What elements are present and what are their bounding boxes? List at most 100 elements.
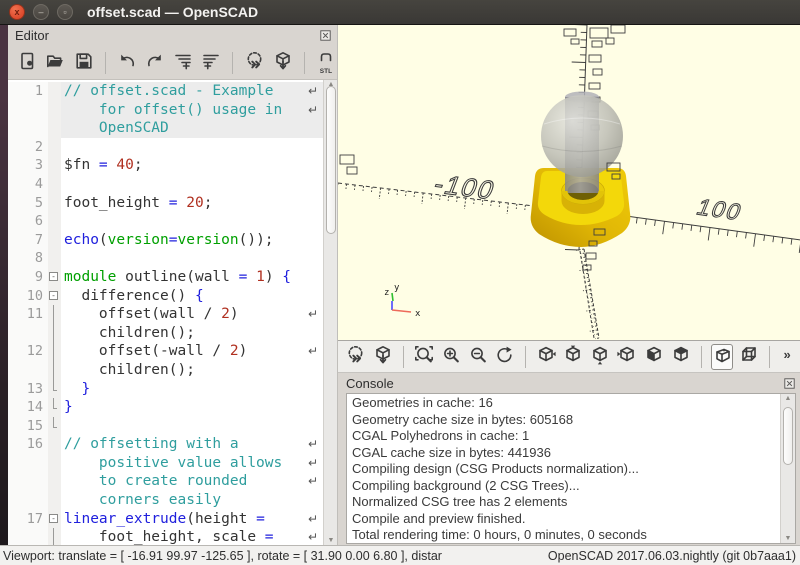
code-line-8[interactable]: 8	[8, 249, 323, 268]
axis-numeral-box	[589, 83, 600, 89]
zoom-all-button[interactable]	[413, 344, 435, 370]
code-line-12[interactable]: 12 offset(-wall / 2)↵	[8, 342, 323, 361]
preview-button[interactable]	[243, 49, 265, 76]
window-minimize-button[interactable]: –	[33, 4, 49, 20]
editor-close-icon[interactable]	[319, 29, 332, 42]
console-lines: Geometries in cache: 16Geometry cache si…	[347, 394, 780, 544]
window-title: offset.scad — OpenSCAD	[87, 4, 258, 20]
code-line-17-wrap[interactable]: foot_height, scale =↵	[8, 528, 323, 545]
new-file-button[interactable]	[16, 49, 38, 76]
code-text: }	[61, 380, 323, 399]
console-close-icon[interactable]	[783, 377, 796, 390]
window-maximize-button[interactable]: ▫	[57, 4, 73, 20]
line-number: 1	[8, 82, 48, 101]
view-orthogonal-button[interactable]	[738, 344, 760, 370]
svg-text:»: »	[784, 347, 791, 362]
fold-margin	[48, 231, 61, 250]
view-left-button[interactable]	[616, 344, 638, 370]
view-front-button[interactable]	[643, 344, 665, 370]
zoom-out-button[interactable]	[467, 344, 489, 370]
scroll-down-icon[interactable]: ▼	[781, 535, 795, 542]
axis-numeral-box	[586, 253, 596, 259]
code-line-2[interactable]: 2	[8, 138, 323, 157]
editor-scrollbar-thumb[interactable]	[326, 86, 336, 234]
indent-more-icon	[173, 51, 193, 74]
preview-icon	[245, 51, 265, 74]
code-line-3[interactable]: 3$fn = 40;	[8, 156, 323, 175]
code-line-12-wrap[interactable]: children();	[8, 361, 323, 380]
fold-margin	[48, 156, 61, 175]
code-line-10[interactable]: 10- difference() {	[8, 287, 323, 306]
overflow-button[interactable]: »	[779, 344, 800, 370]
viewport-3d[interactable]: -100 100	[338, 25, 800, 340]
line-number: 7	[8, 231, 48, 250]
scroll-down-icon[interactable]: ▼	[324, 537, 337, 544]
editor-scrollbar[interactable]: ▲ ▼	[323, 80, 337, 545]
save-file-button[interactable]	[72, 49, 94, 76]
code-line-6[interactable]: 6	[8, 212, 323, 231]
code-line-13[interactable]: 13 }	[8, 380, 323, 399]
code-line-14[interactable]: 14}	[8, 398, 323, 417]
code-line-16-wrap[interactable]: positive value allows↵	[8, 454, 323, 473]
statusbar-version-info: OpenSCAD 2017.06.03.nightly (git 0b7aaa1…	[548, 549, 800, 563]
line-number: 17	[8, 510, 48, 529]
code-line-1[interactable]: 1// offset.scad - Example↵	[8, 82, 323, 101]
code-text	[61, 212, 323, 231]
code-line-16[interactable]: 16// offsetting with a↵	[8, 435, 323, 454]
code-line-1-wrap[interactable]: OpenSCAD	[8, 119, 323, 138]
view-top-button[interactable]	[562, 344, 584, 370]
undo-button[interactable]	[116, 49, 138, 76]
line-number	[8, 119, 48, 138]
indent-more-button[interactable]	[172, 49, 194, 76]
fold-toggle-icon[interactable]: -	[49, 272, 58, 281]
open-file-button[interactable]	[44, 49, 66, 76]
scroll-up-icon[interactable]: ▲	[781, 395, 795, 402]
editor-toolbar: STL	[8, 46, 337, 79]
code-line-17[interactable]: 17-linear_extrude(height =↵	[8, 510, 323, 529]
console-output[interactable]: Geometries in cache: 16Geometry cache si…	[346, 393, 796, 544]
render-button[interactable]	[372, 344, 394, 370]
axis-gizmo: y z x	[384, 283, 421, 319]
line-number: 14	[8, 398, 48, 417]
axis-numeral-box	[564, 29, 576, 36]
console-scrollbar-thumb[interactable]	[783, 407, 793, 465]
window-close-button[interactable]: x	[9, 4, 25, 20]
indent-less-button[interactable]	[200, 49, 222, 76]
statusbar: Viewport: translate = [ -16.91 99.97 -12…	[0, 545, 800, 565]
render-button[interactable]	[272, 49, 294, 76]
zoom-all-icon	[414, 345, 434, 368]
code-line-1-wrap[interactable]: for offset() usage in↵	[8, 101, 323, 120]
code-line-16-wrap[interactable]: to create rounded↵	[8, 472, 323, 491]
fold-toggle-icon[interactable]: -	[49, 291, 58, 300]
zoom-in-button[interactable]	[440, 344, 462, 370]
view-perspective-button[interactable]	[711, 344, 733, 370]
code-line-11[interactable]: 11 offset(wall / 2)↵	[8, 305, 323, 324]
preview-button[interactable]	[345, 344, 367, 370]
console-scrollbar[interactable]: ▲ ▼	[780, 394, 795, 543]
code-line-7[interactable]: 7echo(version=version());	[8, 231, 323, 250]
toolbar-separator	[403, 346, 404, 368]
code-text	[61, 249, 323, 268]
code-editor[interactable]: 1// offset.scad - Example↵ for offset() …	[8, 79, 337, 545]
view-back-button[interactable]	[670, 344, 692, 370]
editor-title: Editor	[15, 28, 49, 43]
reset-view-button[interactable]	[494, 344, 516, 370]
view-bottom-button[interactable]	[589, 344, 611, 370]
export-stl-button[interactable]: STL	[315, 49, 337, 76]
code-line-4[interactable]: 4	[8, 175, 323, 194]
code-line-16-wrap[interactable]: corners easily	[8, 491, 323, 510]
console-line: CGAL Polyhedrons in cache: 1	[352, 428, 776, 445]
preview-icon	[346, 345, 366, 368]
fold-toggle-icon[interactable]: -	[49, 514, 58, 523]
code-line-11-wrap[interactable]: children();	[8, 324, 323, 343]
code-line-9[interactable]: 9-module outline(wall = 1) {	[8, 268, 323, 287]
code-line-5[interactable]: 5foot_height = 20;	[8, 194, 323, 213]
code-text: offset(wall / 2)↵	[61, 305, 323, 324]
code-text: children();	[61, 361, 323, 380]
toolbar-separator	[701, 346, 702, 368]
redo-button[interactable]	[144, 49, 166, 76]
fold-margin	[48, 380, 61, 399]
view-right-button[interactable]	[535, 344, 557, 370]
code-line-15[interactable]: 15	[8, 417, 323, 436]
line-wrap-icon: ↵	[308, 101, 318, 120]
